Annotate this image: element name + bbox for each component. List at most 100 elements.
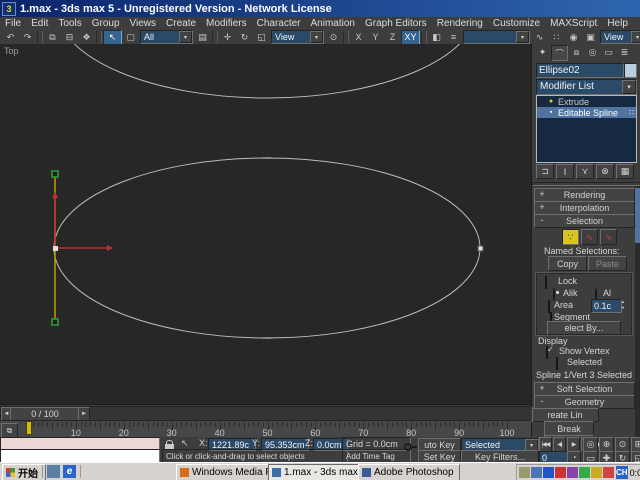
menu-item-customize[interactable]: Customize xyxy=(488,18,545,29)
render-scene-icon[interactable]: ▣ xyxy=(582,30,599,44)
rollout-soft-selection[interactable]: + Soft Selection xyxy=(534,382,635,396)
restrict-x-button[interactable]: X xyxy=(350,30,367,44)
modifier-list-dropdown[interactable]: Modifier List ▾ xyxy=(536,79,637,95)
next-frame-arrow[interactable]: ► xyxy=(78,407,90,421)
taskbar-task-button[interactable]: Adobe Photoshop xyxy=(358,464,460,480)
make-unique-icon[interactable]: ⋎ xyxy=(576,164,594,179)
ellipse-spline-1[interactable] xyxy=(57,44,477,99)
restrict-z-button[interactable]: Z xyxy=(384,30,401,44)
select-by-name-icon[interactable]: ▤ xyxy=(194,30,211,44)
show-desktop-icon[interactable] xyxy=(47,465,60,478)
menu-item-character[interactable]: Character xyxy=(252,18,306,29)
area-threshold-field[interactable]: 0.1c xyxy=(591,299,622,313)
taskbar-task-button[interactable]: 1.max - 3ds max 5 - Unre... xyxy=(268,464,362,480)
editable-spline-icon[interactable]: ▪ xyxy=(547,109,555,116)
previous-frame-button[interactable]: ◀| xyxy=(553,437,566,452)
tab-modify-icon[interactable]: ⌒ xyxy=(551,45,568,61)
open-mini-curve-editor-icon[interactable]: ⧉ xyxy=(1,423,18,438)
selected-only-checkbox[interactable] xyxy=(556,357,558,370)
rollout-geometry[interactable]: - Geometry xyxy=(534,395,635,409)
tray-icon-4[interactable] xyxy=(567,467,578,478)
tray-icon-1[interactable] xyxy=(531,467,542,478)
reference-coordinate-system-dropdown[interactable]: View ▾ xyxy=(271,30,324,44)
area-threshold-spinner[interactable]: ▲ ▼ xyxy=(619,299,627,311)
tab-hierarchy-icon[interactable]: ⧈ xyxy=(569,45,584,59)
break-button[interactable]: Break xyxy=(544,421,594,436)
pin-stack-icon[interactable]: ⊐ xyxy=(536,164,554,179)
selected-vertex[interactable] xyxy=(53,246,58,251)
bind-to-space-warp-icon[interactable]: ❖ xyxy=(78,30,95,44)
go-to-start-button[interactable]: |◀◀ xyxy=(539,437,552,452)
viewport-canvas[interactable] xyxy=(0,44,531,404)
object-name-field[interactable]: Ellipse02 xyxy=(536,63,624,78)
tray-icon-3[interactable] xyxy=(555,467,566,478)
object-color-swatch[interactable] xyxy=(624,63,637,78)
schematic-view-icon[interactable]: ∷ xyxy=(548,30,565,44)
language-indicator[interactable]: CH xyxy=(616,466,628,479)
remove-modifier-icon[interactable]: ⊗ xyxy=(596,164,614,179)
copy-button[interactable]: Copy xyxy=(548,256,587,271)
material-editor-icon[interactable]: ◉ xyxy=(565,30,582,44)
selection-filter-dropdown[interactable]: All ▾ xyxy=(140,30,193,44)
dropdown-arrow-icon[interactable]: ▾ xyxy=(516,31,529,43)
named-selection-sets-dropdown[interactable]: ▾ xyxy=(463,30,530,44)
menu-item-maxscript[interactable]: MAXScript xyxy=(545,18,602,29)
menu-item-rendering[interactable]: Rendering xyxy=(432,18,488,29)
render-type-dropdown[interactable]: View ▾ xyxy=(600,30,640,44)
bezier-handle[interactable] xyxy=(51,170,59,178)
zoom-extents-all-icon[interactable]: ⊞ xyxy=(631,437,640,452)
menu-item-graph-editors[interactable]: Graph Editors xyxy=(360,18,432,29)
restrict-xy-plane-button[interactable]: XY xyxy=(401,29,420,45)
modifier-enabled-bulb-icon[interactable]: ● xyxy=(547,98,555,105)
paste-button[interactable]: Paste xyxy=(588,256,627,271)
dropdown-arrow-icon[interactable]: ▾ xyxy=(622,80,636,94)
tray-icon-7[interactable] xyxy=(603,467,614,478)
zoom-icon[interactable]: ◎ xyxy=(583,437,598,452)
show-vertex-numbers-checkbox[interactable] xyxy=(546,346,548,359)
zoom-extents-icon[interactable]: ⊙ xyxy=(615,437,630,452)
redo-icon[interactable]: ↷ xyxy=(19,30,36,44)
rollout-interpolation[interactable]: + Interpolation xyxy=(534,201,635,215)
segment-subobject-button[interactable]: ∿ xyxy=(581,229,598,245)
dropdown-arrow-icon[interactable]: ▾ xyxy=(310,31,323,43)
menu-item-help[interactable]: Help xyxy=(602,18,633,29)
tray-icon-6[interactable] xyxy=(591,467,602,478)
tray-icon-2[interactable] xyxy=(543,467,554,478)
modifier-stack-list[interactable]: ● Extrude ▪ Editable Spline ∷ xyxy=(536,95,637,163)
select-and-rotate-icon[interactable]: ↻ xyxy=(236,30,253,44)
select-and-link-icon[interactable]: ⧉ xyxy=(44,30,61,44)
menu-item-modifiers[interactable]: Modifiers xyxy=(201,18,252,29)
rollout-selection[interactable]: - Selection xyxy=(534,214,635,228)
time-slider-thumb[interactable]: 0 / 100 xyxy=(10,407,80,421)
tab-motion-icon[interactable]: ◎ xyxy=(585,45,600,59)
track-bar-ruler[interactable]: 10 20 30 40 50 60 70 80 90 100 xyxy=(18,421,531,438)
stack-item-extrude[interactable]: ● Extrude xyxy=(537,96,636,107)
current-frame-marker[interactable] xyxy=(26,421,32,435)
tray-icon-5[interactable] xyxy=(579,467,590,478)
align-icon[interactable]: ≡ xyxy=(445,30,462,44)
taskbar-clock[interactable]: 0:08 xyxy=(630,468,640,478)
ellipse-spline-2[interactable] xyxy=(53,157,481,339)
tab-utilities-icon[interactable]: ≣ xyxy=(617,45,632,59)
menu-item-views[interactable]: Views xyxy=(125,18,162,29)
vertex-subobject-button[interactable]: ∵ xyxy=(562,229,579,245)
show-end-result-icon[interactable]: Ι xyxy=(556,164,574,179)
mirror-icon[interactable]: ◧ xyxy=(428,30,445,44)
menu-item-file[interactable]: File xyxy=(0,18,26,29)
curve-editor-icon[interactable]: ∿ xyxy=(531,30,548,44)
configure-modifier-sets-icon[interactable]: ▦ xyxy=(616,164,634,179)
viewport-top[interactable]: Top xyxy=(0,44,531,404)
internet-explorer-icon[interactable]: e xyxy=(63,465,76,478)
create-line-button[interactable]: reate Lin xyxy=(532,408,599,422)
rollout-rendering[interactable]: + Rendering xyxy=(534,188,635,202)
panel-scrollbar-thumb[interactable] xyxy=(635,188,640,243)
select-and-scale-icon[interactable]: ◱ xyxy=(253,30,270,44)
menu-item-tools[interactable]: Tools xyxy=(53,18,86,29)
lock-handles-checkbox[interactable] xyxy=(545,276,547,289)
viewport-label[interactable]: Top xyxy=(4,46,19,56)
volume-icon[interactable] xyxy=(519,467,530,478)
spinner-down-icon[interactable]: ▼ xyxy=(619,305,627,311)
play-button[interactable]: ▶ xyxy=(567,437,580,452)
select-by-button[interactable]: elect By... xyxy=(547,321,621,335)
subobject-expand-icon[interactable]: ∷ xyxy=(629,108,634,117)
